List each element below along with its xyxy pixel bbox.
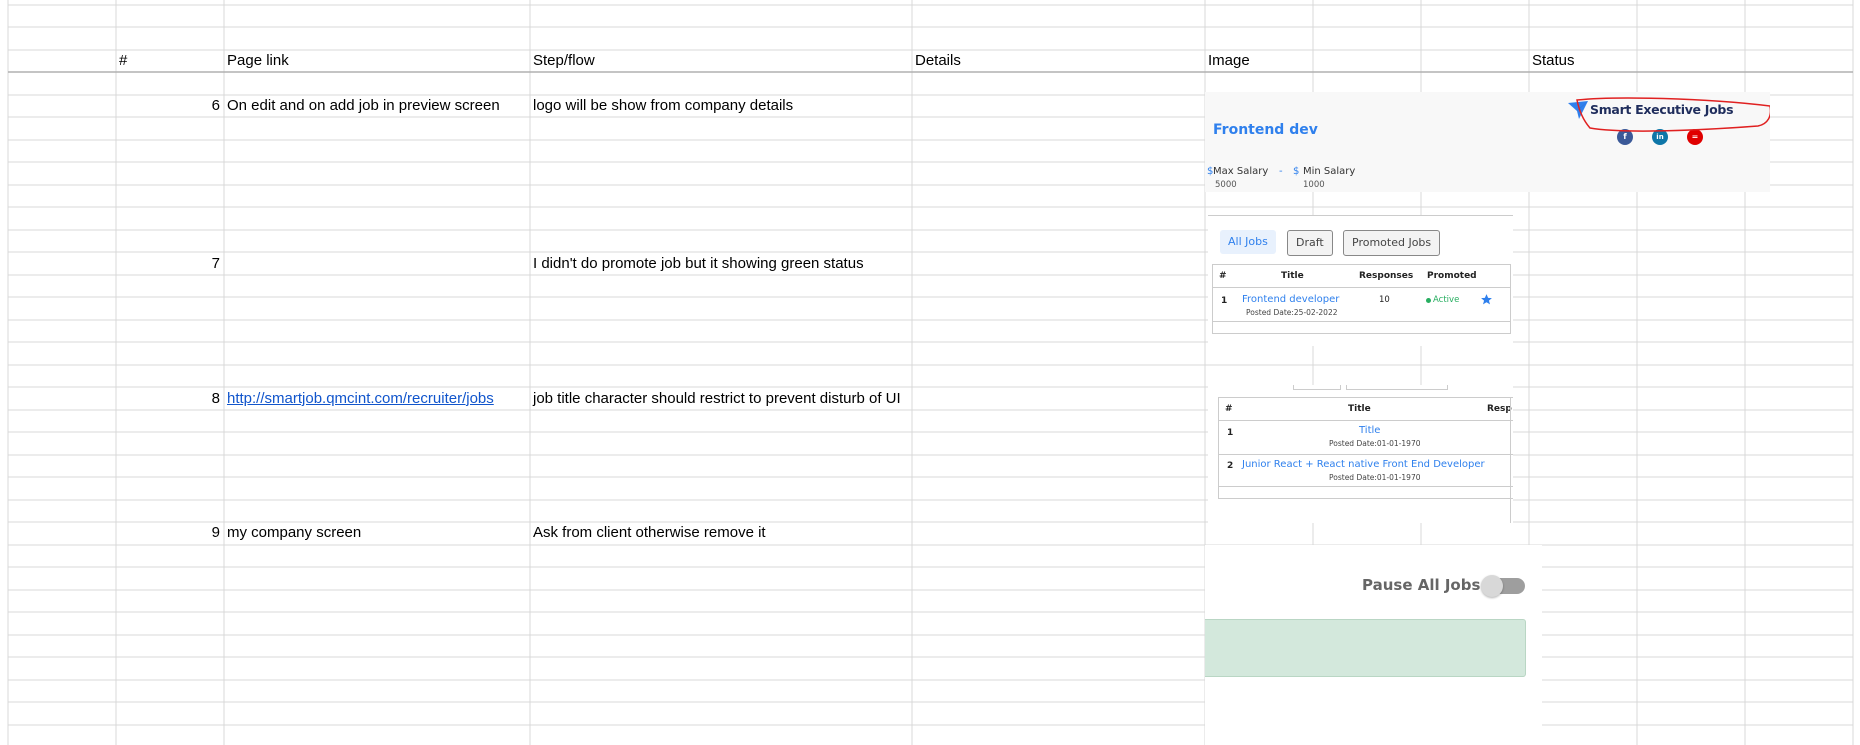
- row-9-num: 9: [211, 524, 220, 541]
- header-details: Details: [915, 52, 961, 69]
- min-salary-value: 1000: [1303, 180, 1325, 190]
- header-step-flow: Step/flow: [533, 52, 595, 69]
- salary-dash: -: [1279, 166, 1283, 177]
- max-salary-value: 5000: [1215, 180, 1237, 190]
- col-title: Title: [1348, 404, 1371, 414]
- tab-promoted-jobs[interactable]: Promoted Jobs: [1343, 230, 1441, 256]
- tab-all-jobs[interactable]: All Jobs: [1220, 230, 1276, 254]
- max-salary-label: Max Salary: [1213, 166, 1269, 177]
- row-2-title-link[interactable]: Junior React + React native Front End De…: [1242, 459, 1485, 470]
- job-row-num: 1: [1221, 296, 1228, 306]
- header-status: Status: [1532, 52, 1575, 69]
- red-annotation-circle: [1576, 97, 1770, 132]
- row-7-num: 7: [211, 255, 220, 272]
- job-row-posted-date: Posted Date:25-02-2022: [1246, 308, 1338, 317]
- col-promoted: Promoted: [1427, 271, 1477, 281]
- row-1-posted-date: Posted Date:01-01-1970: [1329, 439, 1421, 448]
- job-row-status: Active: [1433, 295, 1460, 305]
- row-8-num: 8: [211, 390, 220, 407]
- header-num: #: [119, 52, 128, 69]
- col-resp: Resp: [1487, 404, 1512, 414]
- row-6-num: 6: [211, 97, 220, 114]
- pause-all-jobs-label: Pause All Jobs: [1362, 576, 1481, 594]
- screenshot-jobs-list[interactable]: All Jobs Draft Promoted Jobs # Title Res…: [1208, 215, 1513, 346]
- row-9-step-flow[interactable]: Ask from client otherwise remove it: [533, 523, 766, 543]
- screenshot-job-preview[interactable]: Frontend dev Smart Executive Jobs f in =…: [1205, 92, 1770, 192]
- screenshot-title-overflow[interactable]: # Title Resp 1 Title Posted Date:01-01-1…: [1208, 385, 1513, 523]
- toggle-knob: [1481, 575, 1503, 597]
- green-panel: [1205, 619, 1526, 677]
- row-2-num: 2: [1227, 461, 1234, 471]
- row-8-page-link[interactable]: http://smartjob.qmcint.com/recruiter/job…: [227, 389, 494, 409]
- row-2-posted-date: Posted Date:01-01-1970: [1329, 473, 1421, 482]
- min-salary-label: Min Salary: [1303, 166, 1356, 177]
- overflow-table: # Title Resp 1 Title Posted Date:01-01-1…: [1218, 397, 1513, 499]
- header-page-link: Page link: [227, 52, 289, 69]
- screenshot-pause-all-jobs[interactable]: Pause All Jobs: [1205, 545, 1542, 745]
- jobs-table: # Title Responses Promoted 1 Frontend de…: [1212, 264, 1511, 334]
- min-currency: $: [1293, 166, 1300, 177]
- row-1-num: 1: [1227, 428, 1234, 438]
- tab-draft[interactable]: Draft: [1287, 230, 1333, 256]
- job-row-responses: 10: [1379, 295, 1390, 305]
- row-6-page-link[interactable]: On edit and on add job in preview screen: [227, 96, 500, 116]
- star-icon[interactable]: [1480, 293, 1493, 306]
- row-6-step-flow[interactable]: logo will be show from company details: [533, 96, 793, 116]
- pause-all-jobs-toggle[interactable]: [1481, 575, 1525, 597]
- col-num: #: [1225, 404, 1233, 414]
- row-8-step-flow[interactable]: job title character should restrict to p…: [533, 389, 901, 409]
- col-responses: Responses: [1359, 271, 1414, 281]
- job-row-title-link[interactable]: Frontend developer: [1242, 294, 1339, 305]
- active-dot-icon: [1426, 298, 1431, 303]
- col-title: Title: [1281, 271, 1304, 281]
- header-image: Image: [1208, 52, 1250, 69]
- row-7-step-flow[interactable]: I didn't do promote job but it showing g…: [533, 254, 864, 274]
- row-1-title-link[interactable]: Title: [1359, 425, 1380, 436]
- col-num: #: [1219, 271, 1227, 281]
- row-9-page-link[interactable]: my company screen: [227, 523, 361, 543]
